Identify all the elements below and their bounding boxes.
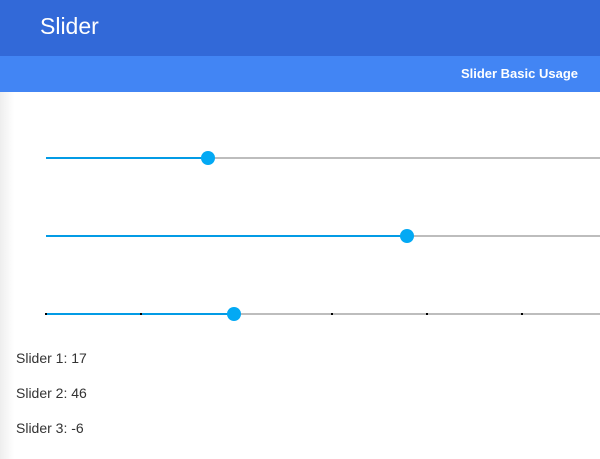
slider-tick-mark (330, 313, 333, 315)
slider-tick-mark (425, 313, 428, 315)
slider-thumb[interactable] (400, 229, 415, 243)
slider-3[interactable] (45, 302, 600, 326)
slider-3-value-text: Slider 3: -6 (16, 420, 84, 436)
app-root: Slider Slider Basic Usage Slider 1: 17 S… (0, 0, 600, 459)
app-bar: Slider (0, 0, 600, 56)
slider-tick-mark (140, 313, 143, 315)
slider-track[interactable] (46, 235, 600, 237)
slider-thumb[interactable] (201, 151, 216, 165)
slider-1[interactable] (46, 146, 600, 170)
content-edge-shadow (0, 92, 14, 459)
slider-track[interactable] (46, 157, 600, 159)
slider-tick-mark (45, 313, 47, 315)
slider-track-fill (46, 235, 408, 237)
slider-2-value-text: Slider 2: 46 (16, 385, 87, 401)
slider-1-value-text: Slider 1: 17 (16, 350, 87, 366)
sub-bar: Slider Basic Usage (0, 56, 600, 92)
app-title: Slider (40, 13, 99, 39)
slider-track-fill (46, 157, 209, 159)
slider-track[interactable] (45, 313, 600, 315)
slider-thumb[interactable] (226, 307, 241, 321)
slider-tick-mark (521, 313, 523, 315)
tab-slider-basic-usage[interactable]: Slider Basic Usage (461, 66, 578, 82)
slider-2[interactable] (46, 224, 600, 248)
